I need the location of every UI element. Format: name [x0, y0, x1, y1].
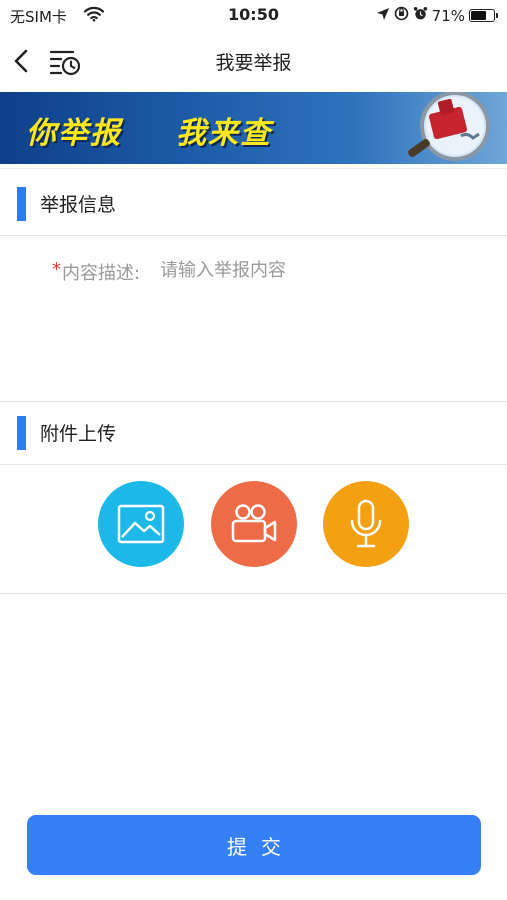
content-description-input[interactable] [160, 257, 480, 283]
content-description-field: * 内容描述: [0, 235, 507, 400]
nav-bar: 我要举报 [0, 32, 507, 90]
banner-slogan-part1: 你举报 [26, 116, 122, 151]
image-icon [117, 504, 165, 544]
attachment-upload-row [0, 463, 507, 594]
report-banner: 你举报 我来查 [0, 92, 507, 164]
page-title: 我要举报 [215, 52, 292, 74]
content-description-label: 内容描述: [62, 263, 141, 284]
section-accent-bar [17, 187, 26, 221]
orientation-lock-icon [394, 6, 409, 25]
submit-button[interactable]: 提交 [27, 815, 481, 875]
battery-fill [471, 11, 486, 20]
battery-icon [469, 9, 498, 22]
upload-audio-button[interactable] [323, 481, 409, 567]
status-bar: 无SIM卡 10:50 71% [0, 0, 507, 32]
section-attachments: 附件上传 [0, 401, 507, 465]
section-title-attachments: 附件上传 [40, 423, 117, 445]
section-title-report-info: 举报信息 [40, 194, 117, 216]
alarm-clock-icon [413, 6, 428, 25]
location-arrow-icon [376, 7, 390, 25]
upload-video-button[interactable] [211, 481, 297, 567]
status-indicators: 71% [376, 6, 498, 25]
video-camera-icon [231, 504, 277, 543]
section-accent-bar [17, 416, 26, 450]
upload-image-button[interactable] [98, 481, 184, 567]
battery-percent: 71% [431, 6, 465, 25]
required-mark: * [52, 259, 61, 280]
section-report-info: 举报信息 [0, 168, 507, 236]
magnifier-stamp-icon [408, 92, 490, 161]
banner-slogan-part2: 我来查 [176, 116, 272, 151]
microphone-icon [350, 499, 382, 548]
